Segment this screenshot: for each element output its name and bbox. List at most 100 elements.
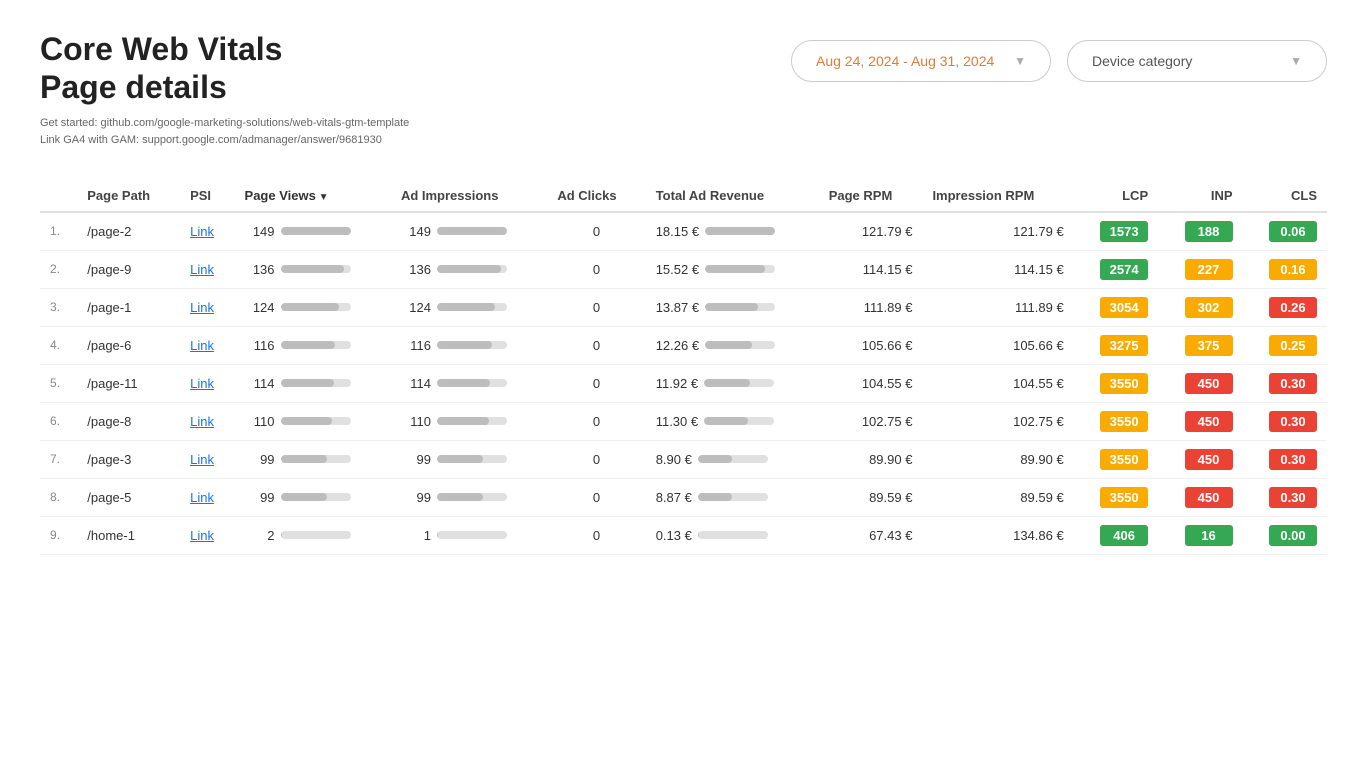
row-page-rpm: 114.15 € — [819, 250, 923, 288]
row-lcp: 3275 — [1074, 326, 1158, 364]
row-psi[interactable]: Link — [180, 516, 234, 554]
row-ad-impressions: 124 — [391, 288, 547, 326]
row-cls: 0.26 — [1243, 288, 1327, 326]
row-page-views: 2 — [235, 516, 391, 554]
row-lcp: 3550 — [1074, 478, 1158, 516]
row-ad-impressions: 99 — [391, 440, 547, 478]
col-inp: INP — [1158, 180, 1242, 212]
date-filter-label: Aug 24, 2024 - Aug 31, 2024 — [816, 53, 994, 69]
row-ad-impressions: 149 — [391, 212, 547, 251]
row-ad-impressions: 1 — [391, 516, 547, 554]
row-ad-impressions: 116 — [391, 326, 547, 364]
data-table: Page Path PSI Page Views Ad Impressions … — [40, 180, 1327, 555]
device-filter-label: Device category — [1092, 53, 1192, 69]
row-psi[interactable]: Link — [180, 364, 234, 402]
col-psi: PSI — [180, 180, 234, 212]
row-path: /page-1 — [77, 288, 180, 326]
col-page-views[interactable]: Page Views — [235, 180, 391, 212]
row-lcp: 2574 — [1074, 250, 1158, 288]
row-ad-clicks: 0 — [547, 364, 645, 402]
row-inp: 188 — [1158, 212, 1242, 251]
table-row: 8. /page-5 Link 99 99 0 8.87 € 89.59 € 8… — [40, 478, 1327, 516]
row-path: /page-8 — [77, 402, 180, 440]
row-page-rpm: 105.66 € — [819, 326, 923, 364]
row-page-rpm: 121.79 € — [819, 212, 923, 251]
row-psi[interactable]: Link — [180, 402, 234, 440]
date-filter-arrow-icon: ▼ — [1014, 54, 1026, 68]
row-cls: 0.25 — [1243, 326, 1327, 364]
row-psi[interactable]: Link — [180, 478, 234, 516]
row-num: 6. — [40, 402, 77, 440]
row-ad-impressions: 99 — [391, 478, 547, 516]
row-page-rpm: 67.43 € — [819, 516, 923, 554]
row-page-views: 110 — [235, 402, 391, 440]
row-cls: 0.06 — [1243, 212, 1327, 251]
row-psi[interactable]: Link — [180, 250, 234, 288]
row-ad-clicks: 0 — [547, 516, 645, 554]
row-lcp: 406 — [1074, 516, 1158, 554]
row-path: /page-2 — [77, 212, 180, 251]
row-inp: 302 — [1158, 288, 1242, 326]
col-lcp: LCP — [1074, 180, 1158, 212]
row-num: 7. — [40, 440, 77, 478]
row-page-rpm: 102.75 € — [819, 402, 923, 440]
row-ad-clicks: 0 — [547, 250, 645, 288]
row-psi[interactable]: Link — [180, 440, 234, 478]
data-table-container: Page Path PSI Page Views Ad Impressions … — [40, 180, 1327, 555]
row-ad-clicks: 0 — [547, 478, 645, 516]
row-impression-rpm: 121.79 € — [922, 212, 1073, 251]
row-psi[interactable]: Link — [180, 288, 234, 326]
table-header-row: Page Path PSI Page Views Ad Impressions … — [40, 180, 1327, 212]
device-filter-arrow-icon: ▼ — [1290, 54, 1302, 68]
row-impression-rpm: 105.66 € — [922, 326, 1073, 364]
row-cls: 0.30 — [1243, 364, 1327, 402]
row-page-rpm: 89.59 € — [819, 478, 923, 516]
table-row: 7. /page-3 Link 99 99 0 8.90 € 89.90 € 8… — [40, 440, 1327, 478]
row-impression-rpm: 89.59 € — [922, 478, 1073, 516]
row-psi[interactable]: Link — [180, 326, 234, 364]
row-inp: 450 — [1158, 478, 1242, 516]
row-path: /page-5 — [77, 478, 180, 516]
row-page-views: 136 — [235, 250, 391, 288]
row-page-views: 99 — [235, 478, 391, 516]
row-total-ad-revenue: 8.87 € — [646, 478, 819, 516]
subtitle-links: Get started: github.com/google-marketing… — [40, 115, 409, 150]
row-total-ad-revenue: 18.15 € — [646, 212, 819, 251]
row-path: /page-11 — [77, 364, 180, 402]
row-ad-clicks: 0 — [547, 326, 645, 364]
date-filter-dropdown[interactable]: Aug 24, 2024 - Aug 31, 2024 ▼ — [791, 40, 1051, 82]
row-ad-impressions: 136 — [391, 250, 547, 288]
row-path: /home-1 — [77, 516, 180, 554]
row-page-views: 149 — [235, 212, 391, 251]
row-num: 5. — [40, 364, 77, 402]
row-inp: 450 — [1158, 402, 1242, 440]
row-num: 8. — [40, 478, 77, 516]
col-total-ad-revenue: Total Ad Revenue — [646, 180, 819, 212]
row-total-ad-revenue: 12.26 € — [646, 326, 819, 364]
table-row: 9. /home-1 Link 2 1 0 0.13 € 67.43 € 134… — [40, 516, 1327, 554]
device-filter-dropdown[interactable]: Device category ▼ — [1067, 40, 1327, 82]
row-cls: 0.30 — [1243, 478, 1327, 516]
col-impression-rpm: Impression RPM — [922, 180, 1073, 212]
row-lcp: 3550 — [1074, 440, 1158, 478]
row-inp: 450 — [1158, 440, 1242, 478]
row-page-rpm: 104.55 € — [819, 364, 923, 402]
row-impression-rpm: 134.86 € — [922, 516, 1073, 554]
row-page-rpm: 89.90 € — [819, 440, 923, 478]
row-page-views: 124 — [235, 288, 391, 326]
row-lcp: 3550 — [1074, 364, 1158, 402]
row-ad-clicks: 0 — [547, 212, 645, 251]
row-path: /page-6 — [77, 326, 180, 364]
row-total-ad-revenue: 0.13 € — [646, 516, 819, 554]
col-ad-clicks: Ad Clicks — [547, 180, 645, 212]
row-ad-clicks: 0 — [547, 288, 645, 326]
row-num: 1. — [40, 212, 77, 251]
col-page-rpm: Page RPM — [819, 180, 923, 212]
row-total-ad-revenue: 13.87 € — [646, 288, 819, 326]
row-psi[interactable]: Link — [180, 212, 234, 251]
row-num: 3. — [40, 288, 77, 326]
row-cls: 0.16 — [1243, 250, 1327, 288]
row-num: 4. — [40, 326, 77, 364]
col-num — [40, 180, 77, 212]
row-total-ad-revenue: 15.52 € — [646, 250, 819, 288]
